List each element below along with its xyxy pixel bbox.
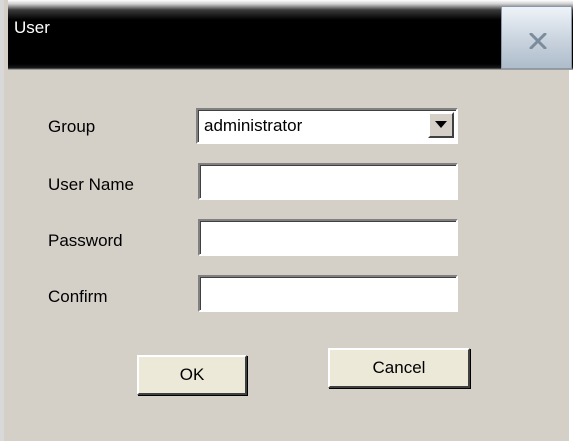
- username-input[interactable]: [198, 163, 458, 200]
- password-input[interactable]: [198, 219, 458, 256]
- cancel-button[interactable]: Cancel: [328, 348, 470, 388]
- chevron-down-icon: [435, 121, 447, 128]
- group-label: Group: [48, 117, 96, 136]
- close-button[interactable]: [501, 6, 572, 69]
- password-label: Password: [48, 231, 123, 250]
- group-select-value: administrator: [204, 116, 303, 135]
- ok-button[interactable]: OK: [137, 355, 247, 395]
- title-bar[interactable]: User: [8, 0, 573, 70]
- confirm-label: Confirm: [48, 287, 108, 306]
- confirm-input[interactable]: [198, 275, 458, 312]
- group-select[interactable]: administrator: [196, 108, 458, 144]
- username-label: User Name: [48, 175, 134, 194]
- close-icon: [529, 33, 547, 49]
- group-dropdown-button[interactable]: [428, 112, 454, 138]
- window-title: User: [14, 18, 50, 37]
